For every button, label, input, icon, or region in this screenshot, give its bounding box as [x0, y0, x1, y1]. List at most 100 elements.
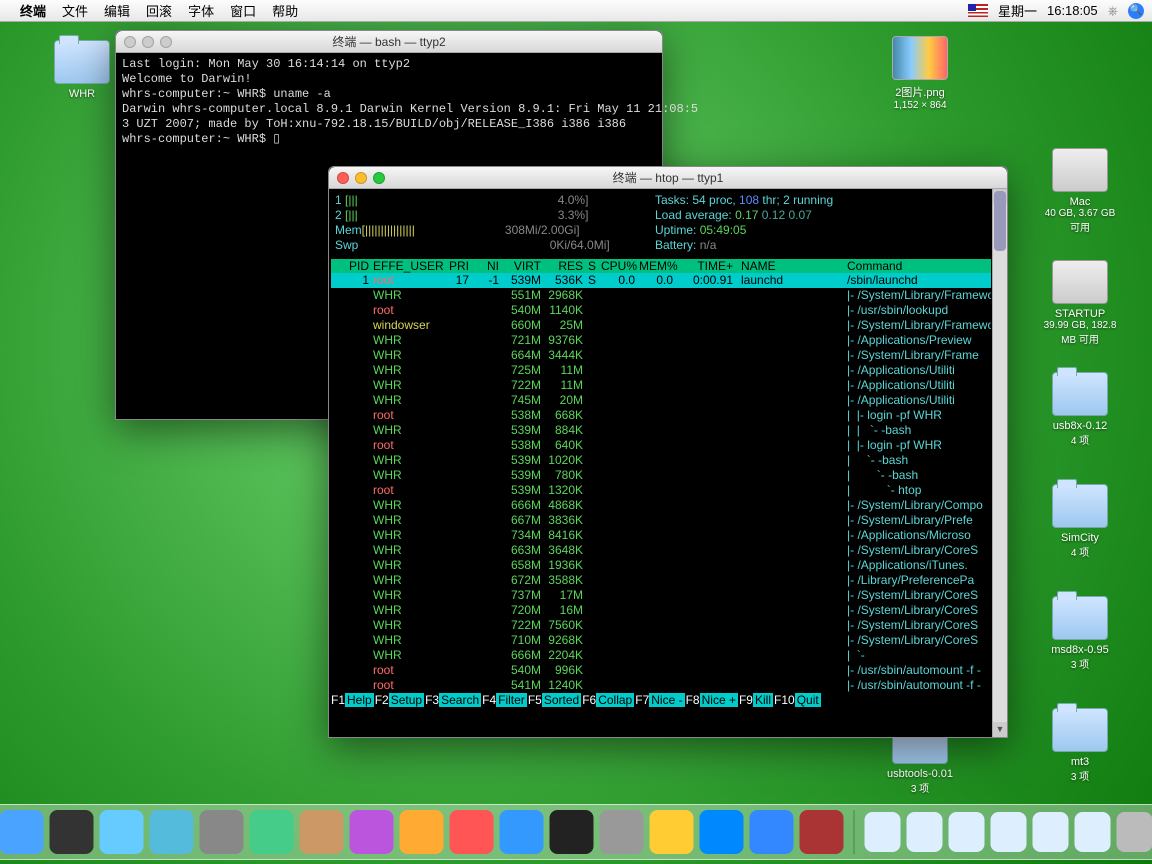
process-row[interactable]: 321WHR170734M8416KS0.00.40:00.54Microsof…: [331, 528, 991, 543]
clock-day[interactable]: 星期一: [998, 1, 1037, 20]
process-row[interactable]: 297windowser170660M25MS5.81.22:13.67Wind…: [331, 318, 991, 333]
process-row[interactable]: 7830WHR250539M884KS0.00.00:00.00bash| | …: [331, 423, 991, 438]
process-row[interactable]: 337root320538M640KS0.00.00:00.00login| |…: [331, 438, 991, 453]
close-button[interactable]: [124, 36, 136, 48]
fkey-label[interactable]: Nice -: [649, 693, 684, 707]
desktop-folder-whr[interactable]: WHR: [42, 40, 122, 100]
fkey-label[interactable]: Filter: [496, 693, 527, 707]
minimize-button[interactable]: [142, 36, 154, 48]
dock-app-iphoto[interactable]: [400, 810, 444, 854]
desktop-folder[interactable]: usb8x-0.124 项: [1040, 372, 1120, 447]
process-row[interactable]: 385WHR170725M11MS0.20.60:56.22Console|- …: [331, 363, 991, 378]
zoom-button[interactable]: [160, 36, 172, 48]
process-row[interactable]: 320WHR240663M3648KS0.00.20:00.63System E…: [331, 543, 991, 558]
dock-item-doc4[interactable]: [1033, 812, 1069, 852]
process-row[interactable]: 318WHR240672M3588KS0.00.20:00.10efssmart…: [331, 573, 991, 588]
dock-app-addressbook[interactable]: [300, 810, 344, 854]
scroll-down-arrow[interactable]: ▼: [993, 722, 1007, 737]
terminal-content[interactable]: Last login: Mon May 30 16:14:14 on ttyp2…: [116, 53, 662, 151]
fkey-label[interactable]: Setup: [389, 693, 424, 707]
dock-app-remotedesktop[interactable]: [700, 810, 744, 854]
process-row[interactable]: 315WHR170737M17MS0.30.90:10.13Finder|- /…: [331, 588, 991, 603]
col-pri[interactable]: PRI: [441, 259, 471, 273]
close-button[interactable]: [337, 172, 349, 184]
dock-app-ical[interactable]: [450, 810, 494, 854]
process-row[interactable]: 377WHR170722M11MS0.00.50:01.77Bluetooth …: [331, 378, 991, 393]
dock-app-ichat[interactable]: [250, 810, 294, 854]
dock-app-systemprefs[interactable]: [600, 810, 644, 854]
minimize-button[interactable]: [355, 172, 367, 184]
dock-app-finder[interactable]: [0, 810, 44, 854]
col-ni[interactable]: NI: [471, 259, 501, 273]
zoom-button[interactable]: [373, 172, 385, 184]
process-row[interactable]: 235root240541M1240KS0.00.10:00.10automou…: [331, 678, 991, 693]
menu-window[interactable]: 窗口: [230, 1, 256, 20]
dock-app-quicktime[interactable]: [500, 810, 544, 854]
dock-app-bluetooth[interactable]: [750, 810, 794, 854]
col-mem[interactable]: MEM%: [637, 259, 675, 273]
dock-app-safari[interactable]: [100, 810, 144, 854]
htop-columns-header[interactable]: PID EFFE_USER PRI NI VIRT RES S CPU% MEM…: [331, 259, 991, 273]
terminal-window-htop[interactable]: 终端 — htop — ttyp1 1 [|||4.0%] 2 [|||3.3%…: [328, 166, 1008, 738]
process-row[interactable]: 7808WHR170721M9376KS0.00.40:02.91Preview…: [331, 333, 991, 348]
scrollbar[interactable]: ▲ ▼: [992, 189, 1007, 737]
desktop-folder[interactable]: mt33 项: [1040, 708, 1120, 783]
desktop-drive-startup[interactable]: STARTUP 39.99 GB, 182.8 MB 可用: [1040, 260, 1120, 346]
process-row[interactable]: 7829root320538M668KS0.00.00:00.00login| …: [331, 408, 991, 423]
app-name[interactable]: 终端: [20, 1, 46, 20]
col-s[interactable]: S: [585, 259, 599, 273]
desktop-image-file[interactable]: 2图片.png 1,152 × 864: [880, 36, 960, 111]
scroll-thumb[interactable]: [994, 191, 1006, 251]
clock-time[interactable]: 16:18:05: [1047, 3, 1098, 18]
titlebar[interactable]: 终端 — htop — ttyp1: [329, 167, 1007, 189]
process-row[interactable]: 314WHR170720M16MS0.20.80:36.58SystemUISe…: [331, 603, 991, 618]
menu-help[interactable]: 帮助: [272, 1, 298, 20]
dock-item-doc1[interactable]: [907, 812, 943, 852]
menu-font[interactable]: 字体: [188, 1, 214, 20]
fkey-label[interactable]: Sorted: [542, 693, 581, 707]
fkey-label[interactable]: Kill: [753, 693, 773, 707]
fkey-label[interactable]: Quit: [795, 693, 821, 707]
process-row[interactable]: 319WHR170658M1936KS0.00.10:00.03iTunesHe…: [331, 558, 991, 573]
process-row[interactable]: 322WHR170667M3836KS0.10.20:02.25Universa…: [331, 513, 991, 528]
process-row[interactable]: 308WHR240666M2204KS0.00.10:00.08pbs| `-: [331, 648, 991, 663]
menu-edit[interactable]: 编辑: [104, 1, 130, 20]
col-res[interactable]: RES: [543, 259, 585, 273]
dock-app-terminal[interactable]: [550, 810, 594, 854]
spotlight-icon[interactable]: 🔍: [1128, 3, 1144, 19]
dock-app-preview[interactable]: [200, 810, 244, 854]
col-user[interactable]: EFFE_USER: [371, 259, 441, 273]
dock-app-imagecapture[interactable]: [650, 810, 694, 854]
fkey-label[interactable]: Help: [345, 693, 374, 707]
process-row[interactable]: 1root17-1539M536KS0.00.00:00.91launchd/s…: [331, 273, 991, 288]
fkey-label[interactable]: Nice +: [700, 693, 738, 707]
dock-app-mail[interactable]: [150, 810, 194, 854]
process-row[interactable]: 329WHR170666M4868KS0.10.20:01.81InkServe…: [331, 498, 991, 513]
menu-extra-icon[interactable]: ⎈: [1108, 3, 1118, 19]
desktop-folder[interactable]: SimCity4 项: [1040, 484, 1120, 559]
process-row[interactable]: 338WHR320539M1020KS0.00.00:00.26bash| `-…: [331, 453, 991, 468]
desktop-folder[interactable]: msd8x-0.953 项: [1040, 596, 1120, 671]
dock-app-dashboard[interactable]: [50, 810, 94, 854]
col-cmd[interactable]: Command: [845, 259, 991, 273]
process-row[interactable]: 335WHR250745M20MS0.81.00:50.07Terminal|-…: [331, 393, 991, 408]
process-row[interactable]: 7731WHR170664M3444KS0.00.20:00.06LAServe…: [331, 348, 991, 363]
fkey-label[interactable]: Search: [439, 693, 481, 707]
titlebar[interactable]: 终端 — bash — ttyp2: [116, 31, 662, 53]
input-source-flag-icon[interactable]: [968, 4, 988, 17]
dock-item-doc3[interactable]: [991, 812, 1027, 852]
process-row[interactable]: 352root240540M1140KS0.00.10:00.06lookupd…: [331, 303, 991, 318]
process-row[interactable]: 7818root240539M1320KR0.30.10:00.76htop| …: [331, 483, 991, 498]
process-row[interactable]: 313WHR170722M7560KS0.20.40:01.04Dock|- /…: [331, 618, 991, 633]
col-cpu[interactable]: CPU%: [599, 259, 637, 273]
process-row[interactable]: 295WHR250710M9268KS0.00.40:00.41loginwin…: [331, 633, 991, 648]
dock-item-mail-alias[interactable]: [865, 812, 901, 852]
col-time[interactable]: TIME+: [675, 259, 735, 273]
process-row[interactable]: 7817WHR240539M780KS0.00.00:00.01bash| `-…: [331, 468, 991, 483]
desktop-drive-mac[interactable]: Mac 40 GB, 3.67 GB 可用: [1040, 148, 1120, 234]
dock-item-doc2[interactable]: [949, 812, 985, 852]
col-pid[interactable]: PID: [331, 259, 371, 273]
dock[interactable]: [0, 804, 1152, 860]
dock-app-console[interactable]: [800, 810, 844, 854]
menu-file[interactable]: 文件: [62, 1, 88, 20]
